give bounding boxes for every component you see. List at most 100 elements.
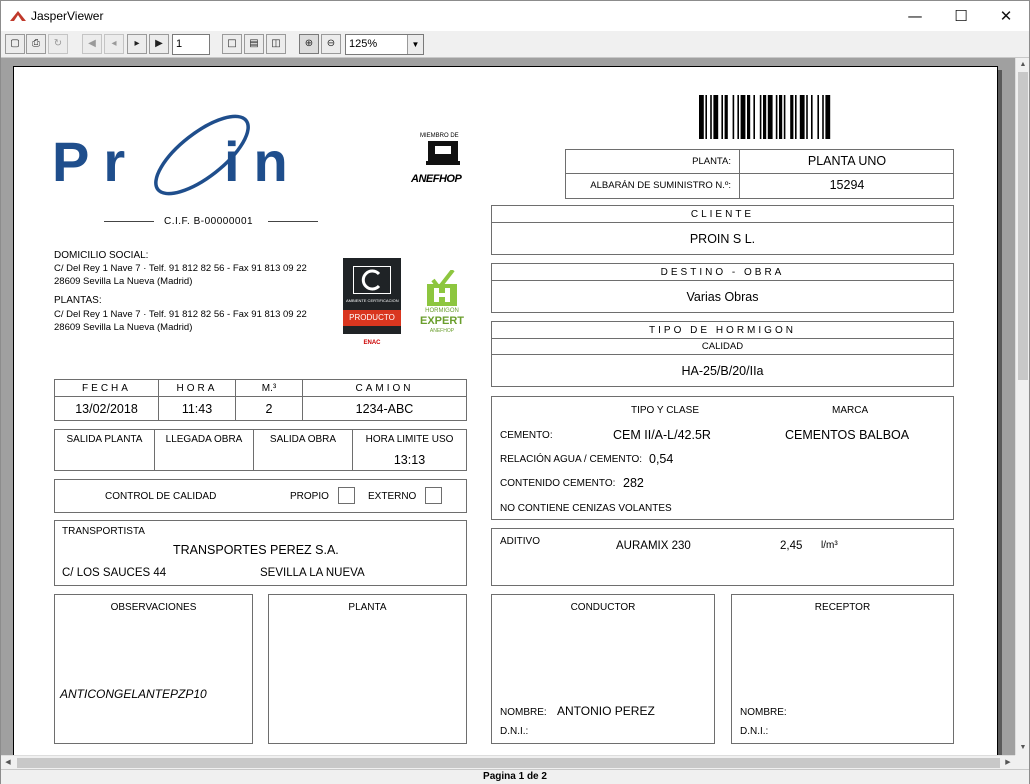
- barcode-bar: [811, 95, 813, 139]
- hora-value: 11:43: [181, 402, 213, 416]
- domicilio-line1: C/ Del Rey 1 Nave 7 · Telf. 91 812 82 56…: [54, 263, 307, 274]
- chevron-down-icon[interactable]: ▼: [407, 35, 423, 54]
- barcode-bar: [775, 95, 778, 139]
- vertical-scrollbar[interactable]: ▲ ▼: [1015, 58, 1029, 755]
- camion-label: CAMION: [355, 383, 414, 394]
- zoom-in-icon[interactable]: ⊕: [299, 34, 319, 54]
- member-label: MIEMBRO DE: [420, 133, 459, 139]
- anefhop-logo-icon: [426, 141, 460, 165]
- report-viewport[interactable]: Pr in C.I.F. B-00000001 MIEMBRO DE ANEFH…: [1, 58, 1015, 755]
- m3-label: M.³: [261, 383, 277, 394]
- barcode-bar: [825, 95, 831, 139]
- cenizas-note: NO CONTIENE CENIZAS VOLANTES: [500, 503, 672, 514]
- externo-checkbox[interactable]: [425, 487, 442, 504]
- cliente-box: CLIENTE PROIN S L.: [491, 205, 954, 255]
- close-button[interactable]: ✕: [983, 1, 1029, 31]
- vertical-scroll-thumb[interactable]: [1018, 72, 1028, 380]
- svg-text:in: in: [224, 130, 302, 193]
- m3-value: 2: [265, 402, 273, 416]
- relacion-value: 0,54: [649, 452, 674, 466]
- fit-page-icon[interactable]: ▤: [244, 34, 264, 54]
- viewer-toolbar: ▢ ⎙ ↻ ◀ ◂ ▸ ▶ 1 □ ▤ ◫ ⊕ ⊖ 125% ▼: [1, 31, 1029, 58]
- scroll-down-icon[interactable]: ▼: [1016, 741, 1030, 755]
- jasperviewer-window: JasperViewer — ☐ ✕ ▢ ⎙ ↻ ◀ ◂ ▸ ▶ 1 □ ▤ ◫…: [0, 0, 1030, 784]
- expert-line1: HORMIGON: [425, 308, 459, 314]
- contenido-label: CONTENIDO CEMENTO:: [500, 478, 616, 489]
- barcode-bar: [779, 95, 783, 139]
- planta-value: PLANTA UNO: [807, 154, 887, 168]
- hora-label: HORA: [176, 383, 218, 394]
- certification-badge: AMBIENTE CERTIFICACION PRODUCTO ENAC: [343, 258, 401, 352]
- aditivo-name: AURAMIX 230: [616, 540, 691, 552]
- planta-signature-box: PLANTA: [268, 594, 467, 744]
- reload-icon[interactable]: ↻: [48, 34, 68, 54]
- receptor-box: RECEPTOR NOMBRE: D.N.I.:: [731, 594, 954, 744]
- print-icon[interactable]: ⎙: [26, 34, 46, 54]
- last-page-icon[interactable]: ▶: [149, 34, 169, 54]
- cliente-title: CLIENTE: [690, 209, 755, 220]
- salida-planta-label: SALIDA PLANTA: [66, 434, 143, 445]
- horizontal-scrollbar[interactable]: ◀ ▶: [1, 755, 1015, 769]
- barcode-bar: [705, 95, 707, 139]
- propio-label: PROPIO: [290, 491, 329, 502]
- title-bar: JasperViewer — ☐ ✕: [1, 1, 1029, 31]
- report-page: Pr in C.I.F. B-00000001 MIEMBRO DE ANEFH…: [13, 66, 998, 755]
- expert-line3: ANEFHOP: [429, 328, 455, 334]
- hora-limite-value: 13:13: [393, 453, 426, 467]
- fit-width-icon[interactable]: ◫: [266, 34, 286, 54]
- save-icon[interactable]: ▢: [5, 34, 25, 54]
- transportista-name: TRANSPORTES PEREZ S.A.: [173, 543, 339, 557]
- calidad-label: CALIDAD: [701, 341, 744, 352]
- cert-badge-bottom: ENAC: [343, 334, 401, 352]
- barcode-bar: [732, 95, 735, 139]
- scroll-right-icon[interactable]: ▶: [1001, 756, 1015, 770]
- destino-value: Varias Obras: [686, 290, 759, 304]
- barcode-bar: [799, 95, 805, 139]
- domicilio-line2: 28609 Sevilla La Nueva (Madrid): [54, 276, 193, 287]
- transportista-label: TRANSPORTISTA: [62, 526, 145, 537]
- plantas-line2: 28609 Sevilla La Nueva (Madrid): [54, 322, 193, 333]
- aditivo-label: ADITIVO: [500, 536, 541, 547]
- barcode: [699, 95, 831, 139]
- zoom-out-icon[interactable]: ⊖: [321, 34, 341, 54]
- conductor-nombre-label: NOMBRE:: [500, 707, 547, 718]
- scroll-left-icon[interactable]: ◀: [1, 756, 15, 770]
- propio-checkbox[interactable]: [338, 487, 355, 504]
- contenido-value: 282: [623, 476, 644, 490]
- planta-albaran-box: PLANTA: PLANTA UNO ALBARÁN DE SUMINISTRO…: [565, 149, 954, 199]
- relacion-label: RELACIÓN AGUA / CEMENTO:: [500, 454, 643, 465]
- salida-obra-label: SALIDA OBRA: [269, 434, 337, 445]
- hormigon-title: TIPO DE HORMIGON: [649, 325, 796, 336]
- page-number-input[interactable]: 1: [172, 34, 210, 55]
- control-calidad-box: CONTROL DE CALIDAD PROPIO EXTERNO: [54, 479, 467, 513]
- svg-text:Pr: Pr: [52, 130, 139, 193]
- destino-title: DESTINO - OBRA: [660, 267, 785, 278]
- domicilio-title: DOMICILIO SOCIAL:: [54, 250, 149, 261]
- zoom-value: 125%: [349, 38, 378, 50]
- scroll-up-icon[interactable]: ▲: [1016, 58, 1030, 72]
- first-page-icon[interactable]: ◀: [82, 34, 102, 54]
- minimize-button[interactable]: —: [892, 1, 938, 31]
- receptor-title: RECEPTOR: [814, 602, 871, 613]
- observaciones-value: ANTICONGELANTEPZP10: [60, 687, 207, 701]
- cif-rule-right: [268, 221, 318, 222]
- conductor-title: CONDUCTOR: [570, 602, 636, 613]
- calidad-value: HA-25/B/20/IIa: [681, 364, 764, 378]
- barcode-bar: [747, 95, 751, 139]
- barcode-bar: [795, 95, 797, 139]
- check-house-icon: [427, 270, 457, 306]
- barcode-bar: [822, 95, 824, 139]
- tipo-hormigon-box: TIPO DE HORMIGON CALIDAD HA-25/B/20/IIa: [491, 321, 954, 387]
- horizontal-scroll-thumb[interactable]: [17, 758, 1000, 768]
- cemento-label: CEMENTO:: [500, 430, 553, 441]
- cert-badge-label: PRODUCTO: [343, 310, 401, 326]
- expert-line2: EXPERT: [419, 315, 464, 327]
- previous-page-icon[interactable]: ◂: [104, 34, 124, 54]
- zoom-select[interactable]: 125% ▼: [345, 34, 424, 55]
- actual-size-icon[interactable]: □: [222, 34, 242, 54]
- camion-value: 1234-ABC: [355, 402, 414, 416]
- times-box: SALIDA PLANTA LLEGADA OBRA SALIDA OBRA H…: [54, 429, 467, 471]
- receptor-nombre-label: NOMBRE:: [740, 707, 787, 718]
- maximize-button[interactable]: ☐: [938, 1, 984, 31]
- next-page-icon[interactable]: ▸: [127, 34, 147, 54]
